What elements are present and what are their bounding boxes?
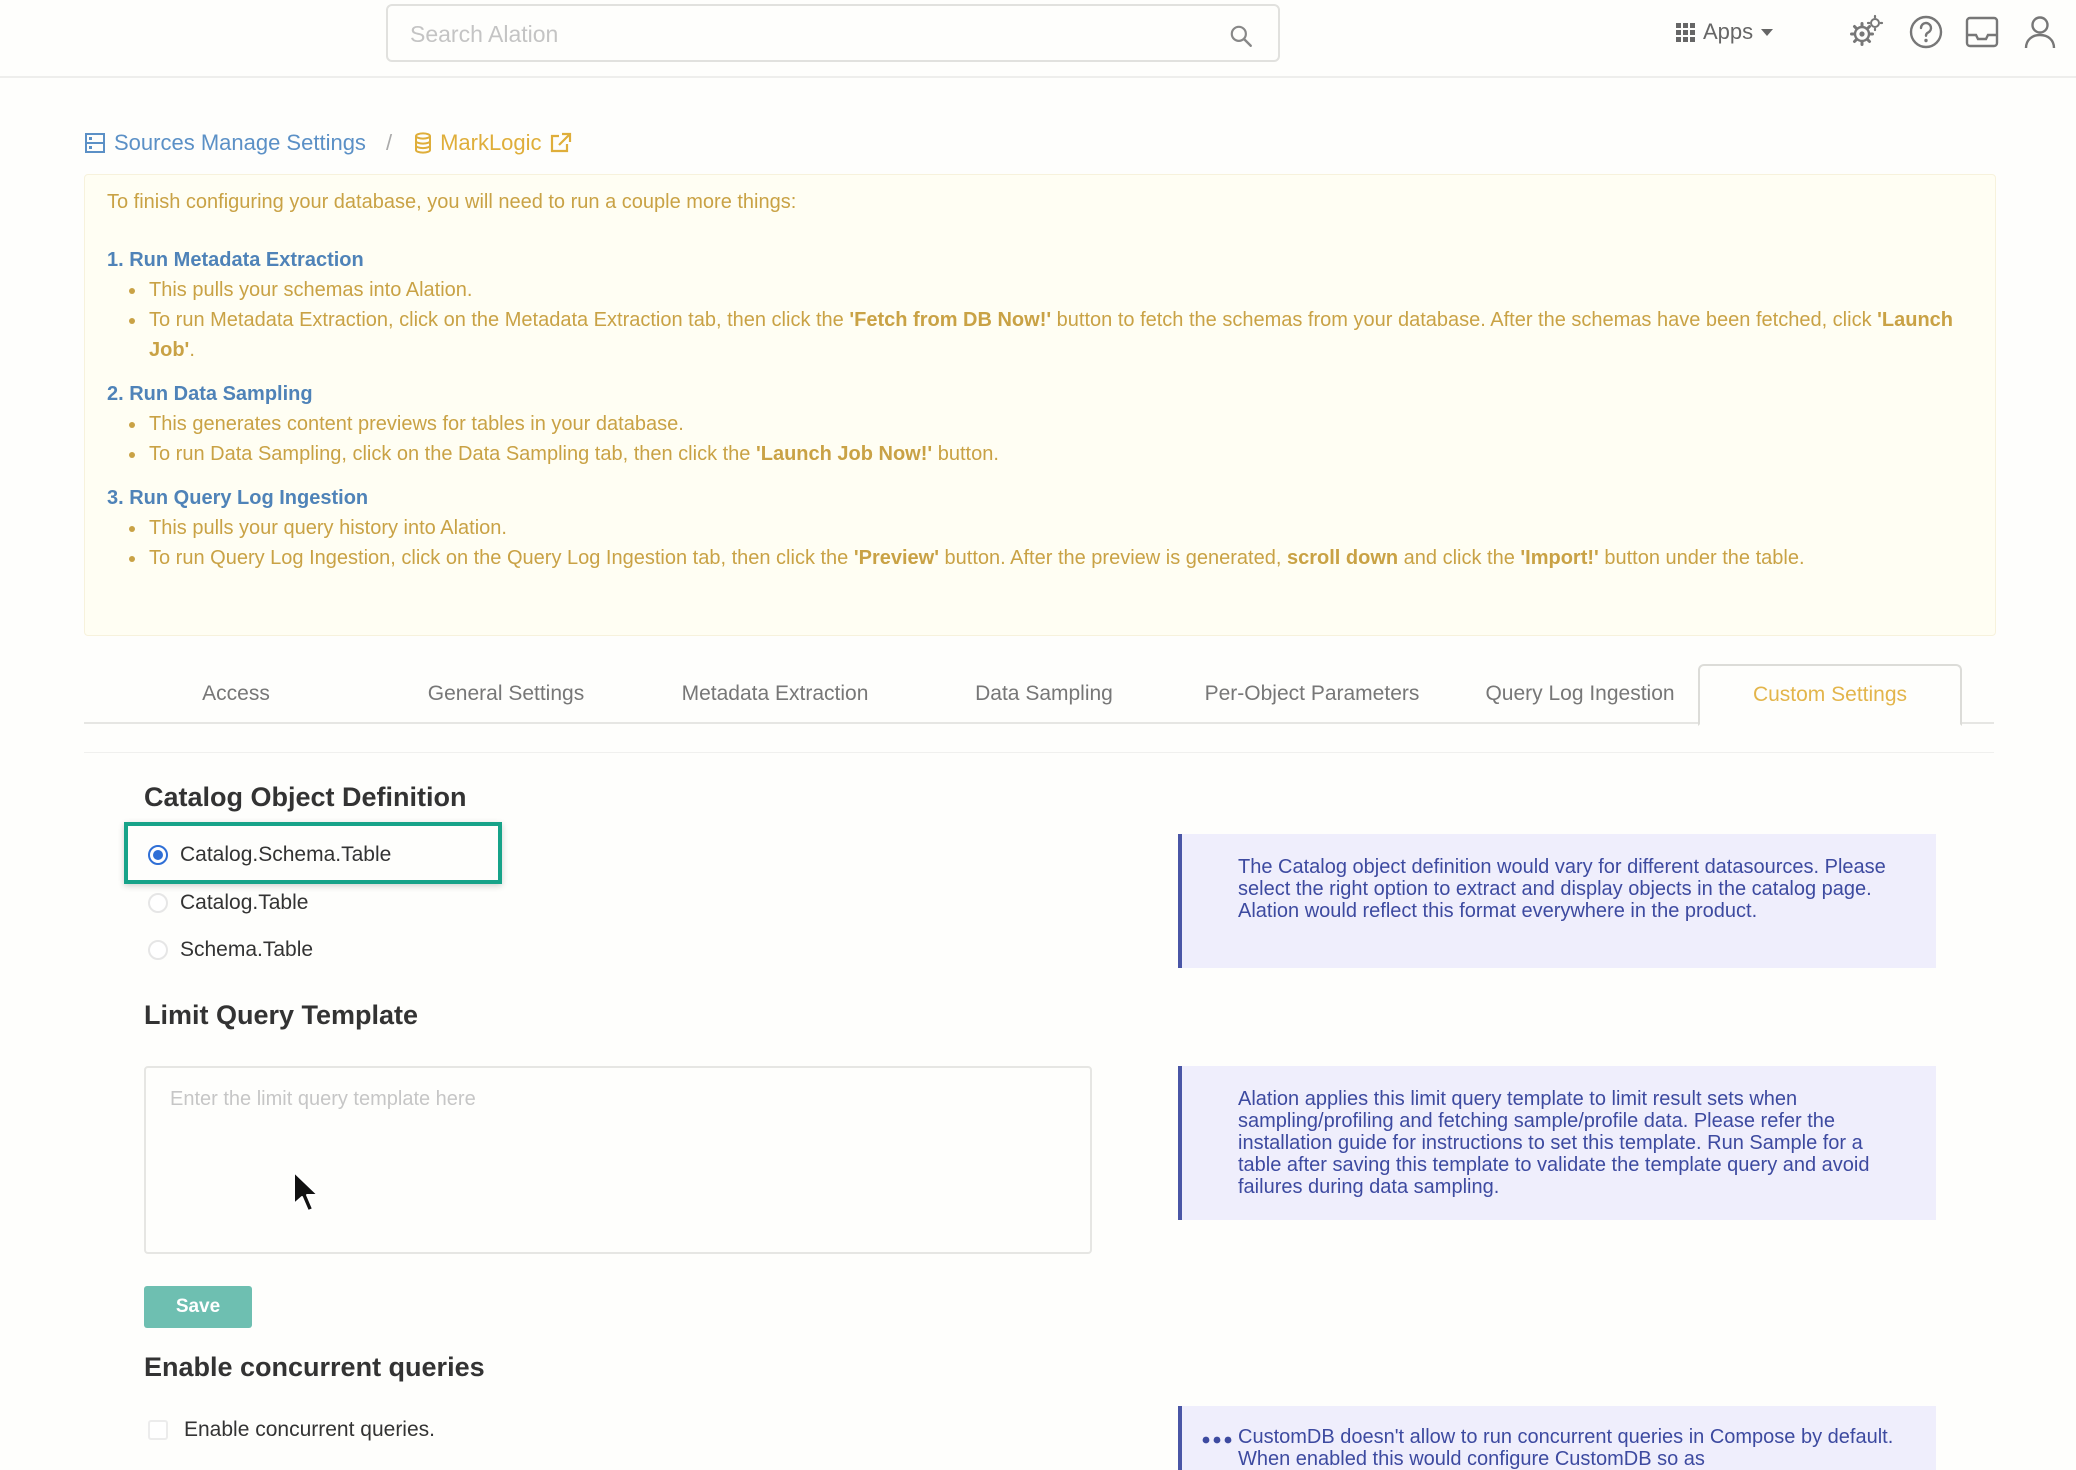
checkbox-label: Enable concurrent queries. xyxy=(184,1418,435,1441)
radio-catalog-table[interactable]: Catalog.Table xyxy=(148,891,308,915)
step-title: 3. Run Query Log Ingestion xyxy=(107,487,369,509)
info-text: Alation applies this limit query templat… xyxy=(1238,1088,1870,1198)
gears-icon[interactable] xyxy=(1848,14,1884,50)
limit-query-template-title: Limit Query Template xyxy=(144,1000,419,1030)
tab-per-object-parameters[interactable]: Per-Object Parameters xyxy=(1180,664,1444,724)
user-icon[interactable] xyxy=(2022,14,2058,50)
caret-down-icon xyxy=(1761,28,1774,36)
info-text: The Catalog object definition would vary… xyxy=(1238,856,1886,922)
radio-label: Schema.Table xyxy=(180,938,314,961)
search-box[interactable] xyxy=(386,4,1280,62)
inbox-icon[interactable] xyxy=(1964,14,2000,50)
step-metadata-extraction: 1. Run Metadata Extraction This pulls yo… xyxy=(107,245,1977,365)
top-bar: Apps xyxy=(0,0,2076,78)
apps-label: Apps xyxy=(1703,19,1754,44)
search-input[interactable] xyxy=(410,16,1190,52)
tab-query-log-ingestion[interactable]: Query Log Ingestion xyxy=(1448,664,1712,724)
step-bullet: This pulls your schemas into Alation. xyxy=(127,275,1977,305)
catalog-object-definition-title: Catalog Object Definition xyxy=(144,782,467,812)
limit-query-info: Alation applies this limit query templat… xyxy=(1178,1066,1936,1220)
concurrent-queries-option[interactable]: Enable concurrent queries. xyxy=(148,1418,435,1442)
breadcrumb: Sources Manage Settings / MarkLogic xyxy=(84,128,572,158)
breadcrumb-current-label: MarkLogic xyxy=(440,130,542,155)
breadcrumb-sources-label: Sources Manage Settings xyxy=(114,130,366,155)
mouse-cursor-icon xyxy=(293,1171,319,1212)
radio-label: Catalog.Schema.Table xyxy=(180,843,392,866)
breadcrumb-separator: / xyxy=(385,130,393,155)
settings-tabs: Access General Settings Metadata Extract… xyxy=(84,664,1994,726)
concurrent-queries-title: Enable concurrent queries xyxy=(144,1352,485,1382)
concurrent-queries-info: CustomDB doesn't allow to run concurrent… xyxy=(1178,1406,1936,1470)
setup-instructions-panel: To finish configuring your database, you… xyxy=(84,174,1996,636)
ellipsis-icon xyxy=(1202,1436,1232,1444)
step-bullet: This generates content previews for tabl… xyxy=(127,409,1977,439)
save-button[interactable]: Save xyxy=(144,1286,252,1328)
step-title: 1. Run Metadata Extraction xyxy=(107,249,364,271)
instructions-intro: To finish configuring your database, you… xyxy=(107,191,797,213)
step-data-sampling: 2. Run Data Sampling This generates cont… xyxy=(107,379,1977,469)
external-link-icon[interactable] xyxy=(550,132,572,154)
tab-metadata-extraction[interactable]: Metadata Extraction xyxy=(643,664,907,724)
breadcrumb-sources-link[interactable]: Sources Manage Settings xyxy=(84,130,366,156)
search-icon[interactable] xyxy=(1228,23,1254,49)
tab-access[interactable]: Access xyxy=(104,664,368,724)
step-bullet: To run Query Log Ingestion, click on the… xyxy=(127,543,1977,573)
sources-icon xyxy=(85,133,105,153)
database-icon xyxy=(415,132,432,154)
radio-label: Catalog.Table xyxy=(180,891,309,914)
apps-menu-button[interactable]: Apps xyxy=(1676,16,1774,48)
step-bullet: To run Data Sampling, click on the Data … xyxy=(127,439,1977,469)
info-text: CustomDB doesn't allow to run concurrent… xyxy=(1238,1426,1894,1470)
content-divider xyxy=(84,752,1994,753)
tab-data-sampling[interactable]: Data Sampling xyxy=(912,664,1176,724)
catalog-definition-info: The Catalog object definition would vary… xyxy=(1178,834,1936,968)
tab-custom-settings[interactable]: Custom Settings xyxy=(1698,664,1962,726)
step-bullet: To run Metadata Extraction, click on the… xyxy=(127,305,1977,365)
step-bullet: This pulls your query history into Alati… xyxy=(127,513,1977,543)
step-title: 2. Run Data Sampling xyxy=(107,383,313,405)
radio-button[interactable] xyxy=(148,940,168,960)
apps-grid-icon xyxy=(1676,22,1695,42)
tab-general-settings[interactable]: General Settings xyxy=(374,664,638,724)
radio-button[interactable] xyxy=(148,893,168,913)
radio-schema-table[interactable]: Schema.Table xyxy=(148,938,313,962)
help-icon[interactable] xyxy=(1908,14,1944,50)
step-query-log-ingestion: 3. Run Query Log Ingestion This pulls yo… xyxy=(107,483,1977,573)
breadcrumb-current-link[interactable]: MarkLogic xyxy=(414,130,571,156)
radio-button[interactable] xyxy=(148,845,168,865)
concurrent-queries-checkbox[interactable] xyxy=(148,1420,168,1440)
radio-catalog-schema-table[interactable]: Catalog.Schema.Table xyxy=(148,843,391,867)
limit-query-template-input[interactable] xyxy=(144,1066,1092,1254)
